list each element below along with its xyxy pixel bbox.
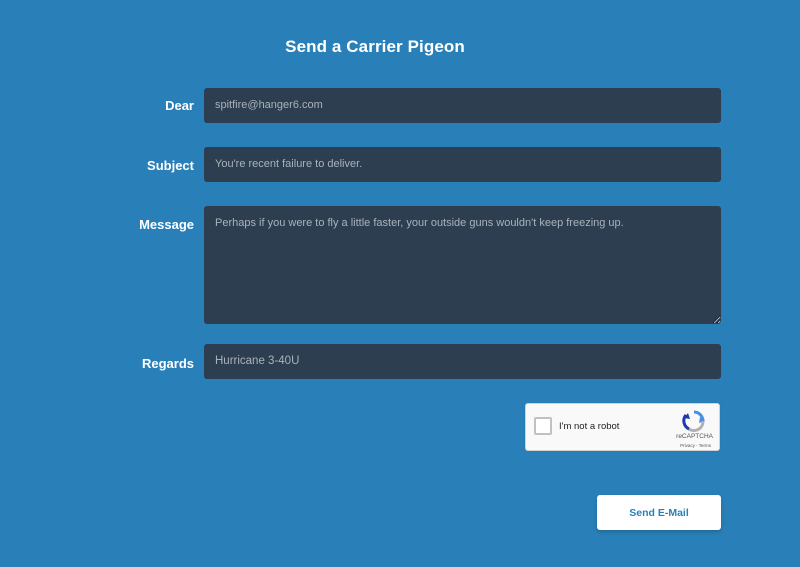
- recaptcha-label: I'm not a robot: [559, 421, 620, 432]
- regards-label: Regards: [141, 356, 194, 371]
- dear-input[interactable]: [204, 88, 721, 123]
- carrier-pigeon-page: Send a Carrier Pigeon Dear Subject Messa…: [0, 0, 800, 567]
- message-textarea[interactable]: Perhaps if you were to fly a little fast…: [204, 206, 721, 324]
- subject-label: Subject: [147, 158, 194, 173]
- send-email-button[interactable]: Send E-Mail: [597, 495, 721, 530]
- regards-input[interactable]: [204, 344, 721, 379]
- message-label: Message: [139, 217, 194, 232]
- page-title: Send a Carrier Pigeon: [285, 37, 465, 56]
- recaptcha-checkbox[interactable]: [534, 417, 552, 435]
- subject-input[interactable]: [204, 147, 721, 182]
- recaptcha-privacy-terms[interactable]: Privacy - Terms: [680, 443, 711, 448]
- dear-label: Dear: [165, 98, 194, 113]
- recaptcha-logo-icon: [682, 410, 705, 432]
- recaptcha-brand: reCAPTCHA: [676, 433, 713, 440]
- recaptcha-widget: I'm not a robot reCAPTCHA Privacy - Term…: [525, 403, 720, 451]
